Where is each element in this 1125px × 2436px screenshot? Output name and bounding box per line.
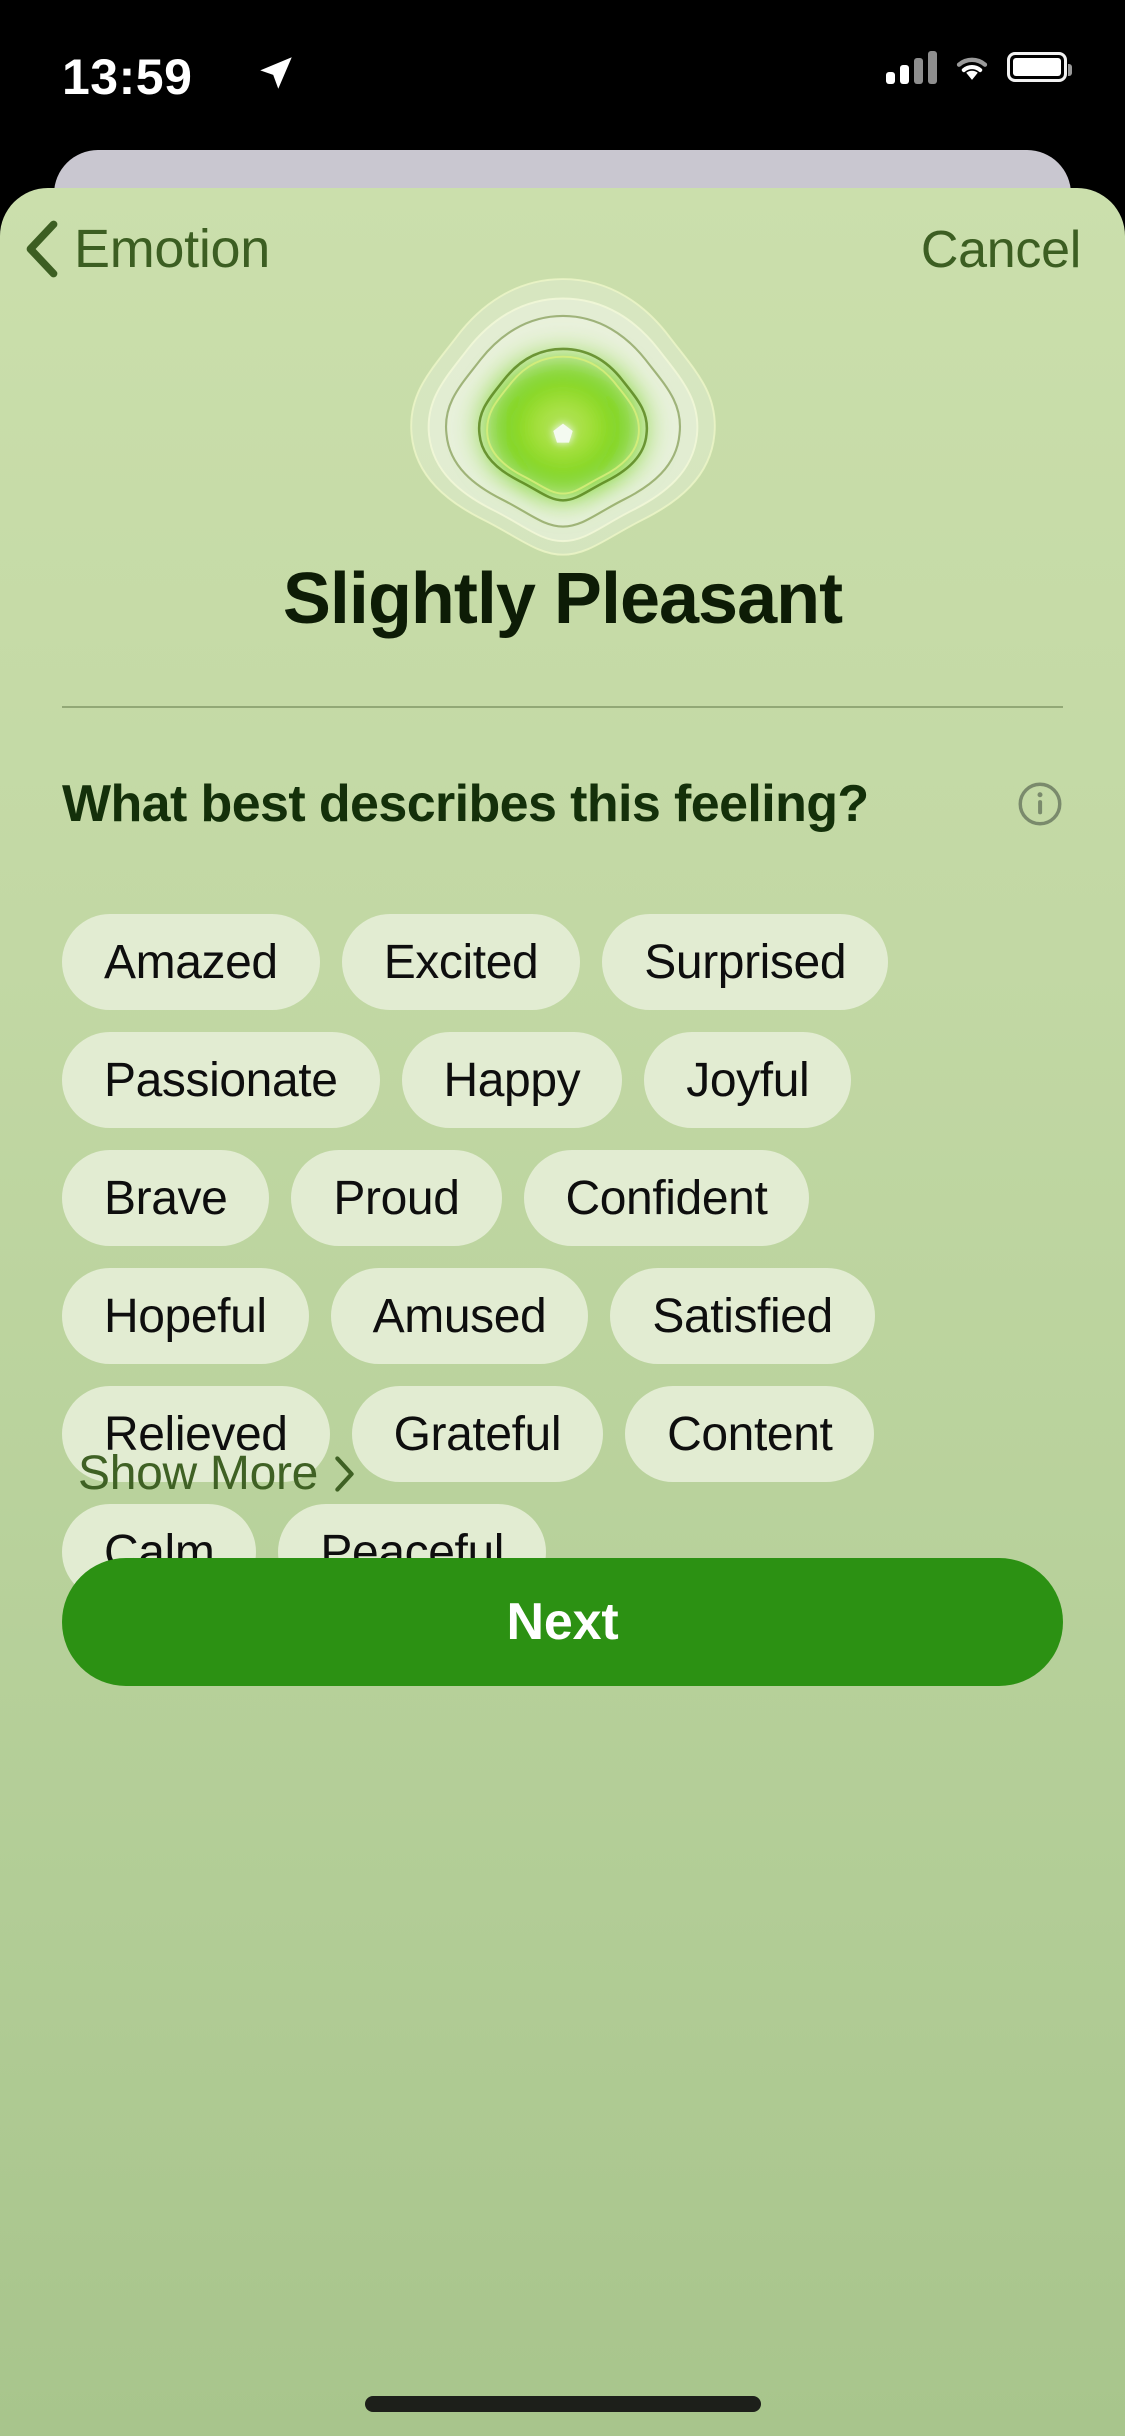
status-bar-indicators: [886, 50, 1072, 84]
emotion-chip-row: Hopeful Amused Satisfied: [62, 1268, 1072, 1364]
show-more-label: Show More: [78, 1447, 319, 1500]
emotion-chip-row: Passionate Happy Joyful: [62, 1032, 1072, 1128]
next-button-label: Next: [506, 1593, 619, 1651]
state-of-mind-graphic: [0, 248, 1125, 578]
page-title: Slightly Pleasant: [282, 559, 843, 639]
emotion-chip[interactable]: Excited: [341, 914, 581, 1010]
chevron-right-icon: [335, 1455, 354, 1492]
emotion-blob-icon: [409, 278, 716, 556]
info-circle-icon[interactable]: [1017, 781, 1063, 827]
emotion-chip-row: Brave Proud Confident: [62, 1150, 1072, 1246]
emotion-chip[interactable]: Surprised: [602, 914, 889, 1010]
emotion-chip[interactable]: Joyful: [644, 1032, 852, 1128]
emotion-chip[interactable]: Proud: [291, 1150, 502, 1246]
question-label: What best describes this feeling?: [62, 775, 869, 833]
emotion-chip[interactable]: Brave: [62, 1150, 270, 1246]
location-arrow-icon: [260, 57, 292, 89]
emotion-chip[interactable]: Amazed: [62, 914, 320, 1010]
status-bar-time: 13:59: [62, 49, 193, 105]
emotion-chip[interactable]: Satisfied: [610, 1268, 875, 1364]
emotion-chip-grid: Amazed Excited Surprised Passionate Happy Joy…: [62, 914, 1072, 1622]
question-row: What best describes this feeling?: [62, 766, 1063, 842]
status-bar: 13:59: [0, 0, 1125, 132]
phone-screen: 13:59 Emotion Cancel Slightly Pleasant W…: [0, 0, 1125, 2436]
wifi-icon: [956, 57, 988, 80]
show-more-button[interactable]: Show More: [78, 1446, 356, 1501]
emotion-chip[interactable]: Grateful: [351, 1386, 604, 1482]
emotion-chip-row: Amazed Excited Surprised: [62, 914, 1072, 1010]
emotion-chip[interactable]: Passionate: [62, 1032, 380, 1128]
next-button[interactable]: Next: [62, 1558, 1063, 1686]
battery-icon: [1007, 52, 1072, 82]
emotion-chip[interactable]: Happy: [401, 1032, 623, 1128]
home-indicator: [364, 2396, 761, 2412]
emotion-chip[interactable]: Content: [625, 1386, 875, 1482]
emotion-chip[interactable]: Confident: [523, 1150, 810, 1246]
question-divider: [62, 706, 1063, 708]
emotion-chip[interactable]: Amused: [330, 1268, 589, 1364]
emotion-chip[interactable]: Hopeful: [62, 1268, 309, 1364]
emotion-sheet: Emotion Cancel Slightly Pleasant What be…: [0, 188, 1125, 2436]
cellular-signal-icon: [886, 50, 937, 84]
